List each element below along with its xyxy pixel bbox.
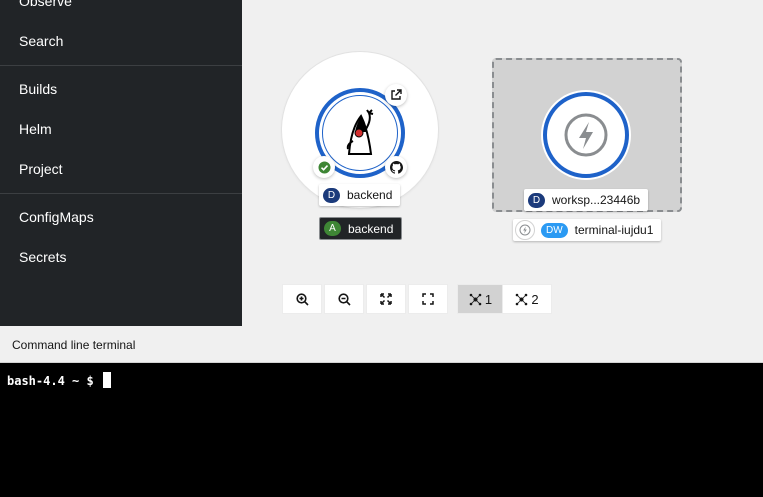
- github-icon: [389, 160, 403, 174]
- devworkspace-name: terminal-iujdu1: [574, 223, 654, 237]
- zoom-out-button[interactable]: [325, 285, 363, 313]
- deployment-badge: D: [323, 187, 340, 203]
- layout-2-button[interactable]: 2: [503, 285, 551, 313]
- nav-divider: [0, 65, 242, 66]
- workspace-deployment-label[interactable]: D worksp...23446b: [524, 189, 649, 211]
- check-circle-icon: [318, 161, 330, 173]
- layout-1-label: 1: [484, 291, 493, 307]
- sidebar-item-secrets[interactable]: Secrets: [19, 249, 66, 265]
- sidebar-item-observe[interactable]: Observe: [19, 0, 72, 9]
- build-status-decorator[interactable]: [313, 156, 335, 178]
- terminal-cursor: [102, 372, 111, 388]
- backend-application-label[interactable]: A backend: [319, 217, 403, 240]
- lightning-bolt-icon: [564, 113, 608, 157]
- sidebar-item-builds[interactable]: Builds: [19, 81, 57, 97]
- zoom-out-icon: [337, 292, 351, 306]
- group-icon-wrap: [515, 220, 535, 240]
- terminal-window[interactable]: bash-4.4 ~ $: [0, 363, 763, 497]
- application-name: backend: [348, 221, 394, 236]
- terminal-prompt: bash-4.4 ~ $: [7, 374, 101, 388]
- devworkspace-badge: DW: [541, 222, 568, 238]
- lightning-bolt-icon: [519, 224, 531, 236]
- zoom-in-icon: [295, 292, 309, 306]
- reset-view-button[interactable]: [409, 285, 447, 313]
- layout-2-label: 2: [531, 291, 539, 307]
- expand-arrows-icon: [380, 293, 392, 305]
- terminal-title: Command line terminal: [12, 338, 136, 352]
- sidebar-item-project[interactable]: Project: [19, 161, 63, 177]
- topology-layout-icon: [516, 293, 528, 305]
- external-link-icon: [391, 89, 402, 100]
- application-badge: A: [324, 221, 341, 236]
- terminal-header: Command line terminal: [0, 326, 763, 363]
- devworkspace-group-label[interactable]: DW terminal-iujdu1: [513, 219, 662, 241]
- fit-to-screen-button[interactable]: [367, 285, 405, 313]
- sidebar-item-helm[interactable]: Helm: [19, 121, 52, 137]
- source-code-decorator[interactable]: [385, 156, 407, 178]
- deployment-name: backend: [347, 188, 393, 202]
- terminal-prompt-line: bash-4.4 ~ $: [7, 372, 111, 388]
- zoom-in-button[interactable]: [283, 285, 321, 313]
- deployment-name: worksp...23446b: [552, 193, 641, 207]
- layout-1-button[interactable]: 1: [458, 285, 503, 313]
- nav-divider: [0, 193, 242, 194]
- backend-deployment-label[interactable]: D backend: [319, 184, 401, 206]
- workspace-node-inner: [552, 101, 620, 169]
- deployment-badge: D: [528, 192, 545, 208]
- topology-layout-icon: [469, 293, 482, 305]
- fullscreen-icon: [422, 293, 434, 305]
- java-duke-icon: [346, 109, 374, 155]
- sidebar-item-configmaps[interactable]: ConfigMaps: [19, 209, 94, 225]
- sidebar-nav: Observe Search Builds Helm Project Confi…: [0, 0, 242, 326]
- sidebar-item-search[interactable]: Search: [19, 33, 63, 49]
- open-url-decorator[interactable]: [385, 84, 407, 106]
